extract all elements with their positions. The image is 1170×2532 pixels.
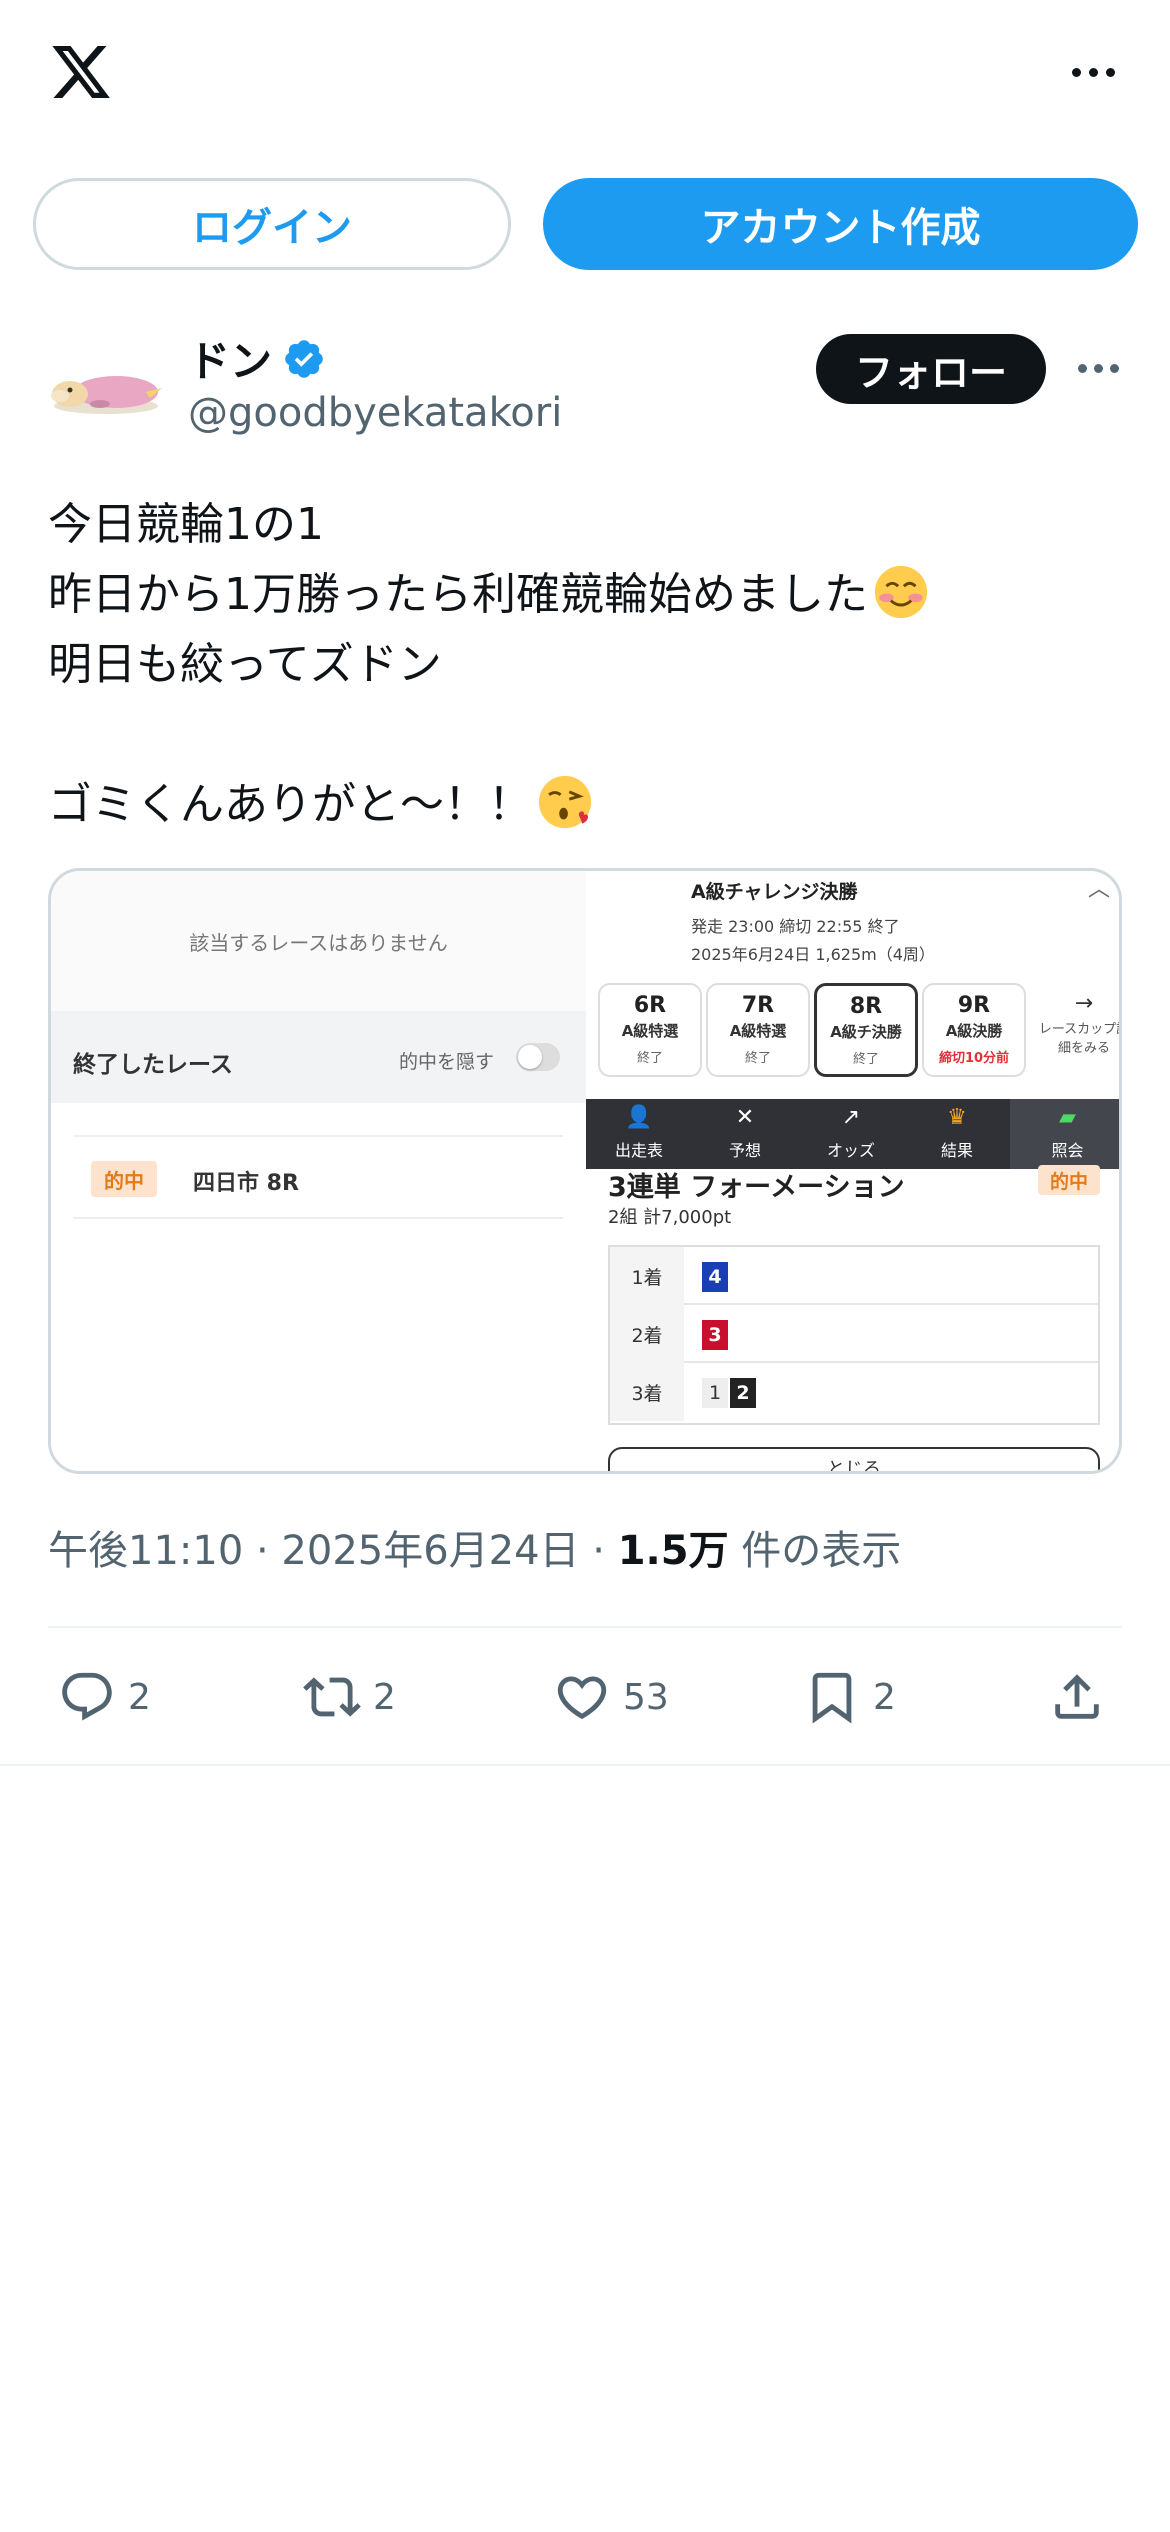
- tweet-line: 明日も絞ってズドン: [48, 639, 442, 690]
- finished-races-title: 終了したレース: [73, 1052, 233, 1078]
- like-button[interactable]: 53: [553, 1660, 669, 1734]
- finished-races-list: 的中 四日市 8R: [51, 1103, 586, 1471]
- tweet-media-image[interactable]: 該当するレースはありません 終了したレース 的中を隠す 的中 四日市 8R A級…: [48, 868, 1122, 1474]
- prediction-icon: ✕: [735, 1105, 755, 1130]
- nav-results: ♛ 結果: [904, 1099, 1010, 1169]
- race-name: 四日市 8R: [193, 1171, 299, 1196]
- more-options-icon[interactable]: [1068, 60, 1118, 84]
- author-name[interactable]: ドン: [188, 328, 326, 389]
- nav-ticket: ▰ 照会: [1010, 1099, 1119, 1169]
- race-nav-bar: 👤 出走表 ✕ 予想 ↗ オッズ ♛ 結果 ▰ 照会: [586, 1099, 1119, 1169]
- media-left-panel: 該当するレースはありません 終了したレース 的中を隠す 的中 四日市 8R: [51, 871, 586, 1471]
- nav-odds: ↗ オッズ: [798, 1099, 904, 1169]
- retweet-button[interactable]: 2: [303, 1660, 396, 1734]
- share-icon: [1055, 1674, 1099, 1719]
- trophy-icon: ♛: [947, 1105, 967, 1130]
- bookmark-button[interactable]: 2: [803, 1660, 896, 1734]
- race-tab: 9R A級決勝 締切10分前: [922, 983, 1026, 1077]
- hide-hits-label: 的中を隠す: [399, 1051, 495, 1073]
- top-bar: [0, 0, 1170, 150]
- race-meta-date: 2025年6月24日 1,625m（4周）: [691, 945, 935, 964]
- tweet-line: 今日競輪1の1: [48, 499, 324, 550]
- bet-hit-badge: 的中: [1038, 1165, 1100, 1195]
- nav-prediction: ✕ 予想: [692, 1099, 798, 1169]
- retweet-icon: [303, 1677, 361, 1717]
- entries-icon: 👤: [625, 1105, 653, 1130]
- tweet-timestamp[interactable]: 午後11:10 · 2025年6月24日 ·: [48, 1528, 618, 1574]
- nav-entries: 👤 出走表: [586, 1099, 692, 1169]
- no-races-text: 該当するレースはありません: [51, 871, 586, 1011]
- bet-table: 1着 4 2着 3 3着 1 2: [608, 1245, 1100, 1425]
- hit-badge: 的中: [91, 1161, 157, 1197]
- race-tab-active: 8R A級チ決勝 終了: [814, 983, 918, 1077]
- avatar[interactable]: [46, 348, 164, 428]
- list-item: 的中 四日市 8R: [73, 1135, 563, 1219]
- verified-badge-icon: [285, 339, 323, 378]
- table-row: 1着 4: [610, 1247, 1098, 1305]
- bookmark-count: 2: [873, 1676, 896, 1718]
- tweet-author: ドン @goodbyekatakori フォロー: [46, 318, 1126, 458]
- bet-summary: 2組 計7,000pt: [608, 1207, 732, 1228]
- divider: [0, 1764, 1170, 1766]
- auth-buttons: ログイン アカウント作成: [33, 178, 1138, 270]
- like-count: 53: [623, 1676, 669, 1718]
- kissing-face-emoji-icon: [538, 775, 592, 829]
- view-count-suffix: 件の表示: [728, 1528, 902, 1574]
- odds-icon: ↗: [841, 1105, 861, 1130]
- race-tab: 7R A級特選 終了: [706, 983, 810, 1077]
- race-cup-more: → レースカップ詳細をみる: [1038, 991, 1122, 1056]
- media-right-panel: A級チャレンジ決勝 ︿ 発走 23:00 締切 22:55 終了 2025年6月…: [586, 871, 1122, 1471]
- tweet-text: 今日競輪1の1 昨日から1万勝ったら利確競輪始めました 明日も絞ってズドン ゴミ…: [48, 490, 1128, 840]
- signup-button[interactable]: アカウント作成: [543, 178, 1138, 270]
- tweet-meta: 午後11:10 · 2025年6月24日 · 1.5万 件の表示: [48, 1518, 901, 1576]
- race-meta-time: 発走 23:00 締切 22:55 終了: [691, 917, 900, 936]
- table-row: 2着 3: [610, 1305, 1098, 1363]
- race-title: A級チャレンジ決勝: [691, 881, 858, 903]
- reply-button[interactable]: 2: [58, 1660, 151, 1734]
- tweet-line: ゴミくんありがと〜！！: [48, 770, 1128, 840]
- divider: [48, 1626, 1122, 1628]
- author-name-text: ドン: [188, 337, 273, 386]
- race-tabs: 6R A級特選 終了 7R A級特選 終了 8R A級チ決勝 終了 9R A級決…: [598, 983, 1122, 1077]
- tweet-actions: 2 2 53 2: [48, 1660, 1122, 1734]
- chevron-up-icon: ︿: [1088, 877, 1111, 902]
- share-button[interactable]: [1048, 1660, 1106, 1734]
- view-count: 1.5万: [617, 1528, 729, 1574]
- bookmark-icon: [812, 1672, 852, 1724]
- x-logo-icon[interactable]: [46, 40, 116, 104]
- race-tab: 6R A級特選 終了: [598, 983, 702, 1077]
- tweet-line: 昨日から1万勝ったら利確競輪始めました: [48, 560, 1128, 630]
- finished-races-header: 終了したレース 的中を隠す: [51, 1011, 586, 1103]
- reply-icon: [62, 1672, 112, 1721]
- close-button-in-image: とじる: [608, 1447, 1100, 1471]
- tweet-more-icon[interactable]: [1078, 358, 1128, 378]
- author-handle[interactable]: @goodbyekatakori: [188, 390, 562, 436]
- like-icon: [557, 1676, 607, 1720]
- retweet-count: 2: [373, 1676, 396, 1718]
- bet-type: 3連単 フォーメーション: [608, 1172, 905, 1203]
- login-button[interactable]: ログイン: [33, 178, 511, 270]
- reply-count: 2: [128, 1676, 151, 1718]
- hide-hits-toggle: [516, 1043, 560, 1071]
- table-row: 3着 1 2: [610, 1363, 1098, 1421]
- follow-button[interactable]: フォロー: [816, 334, 1046, 404]
- smiling-face-emoji-icon: [874, 565, 928, 619]
- ticket-icon: ▰: [1059, 1105, 1076, 1130]
